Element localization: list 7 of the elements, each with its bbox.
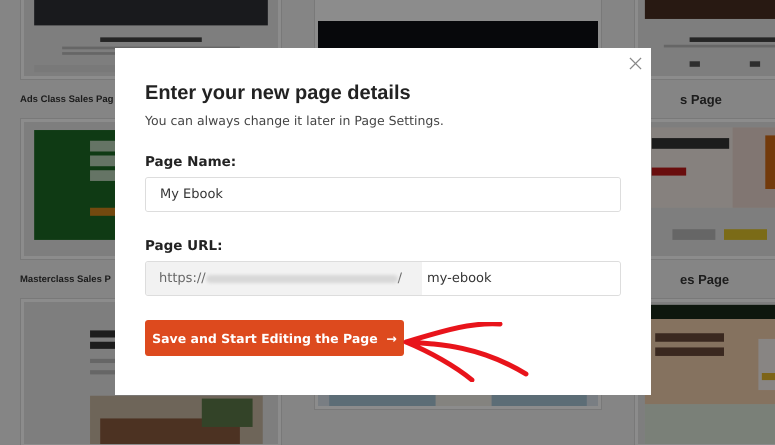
field-label: Page Name: bbox=[145, 154, 238, 170]
url-slug: my-ebook bbox=[426, 270, 492, 288]
dialog-title: Enter your new page details bbox=[145, 82, 412, 105]
field-label: Page URL: bbox=[145, 238, 224, 254]
url-scheme: https:// bbox=[159, 271, 206, 286]
url-slash: / bbox=[398, 271, 402, 286]
dialog-subtitle: You can always change it later in Page Settings. bbox=[145, 113, 445, 128]
